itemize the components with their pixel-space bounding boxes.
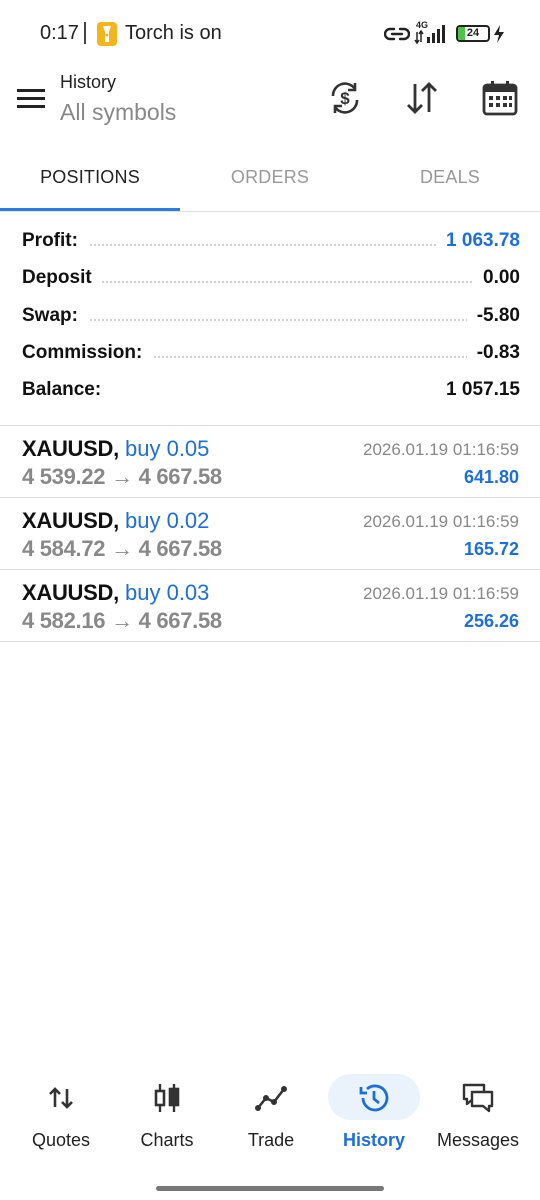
position-profit: 641.80 bbox=[463, 467, 519, 487]
close-price: 4 667.58 bbox=[138, 608, 223, 633]
dotted-leader bbox=[22, 319, 520, 321]
summary-label: Profit: bbox=[22, 230, 88, 252]
position-profit: 256.26 bbox=[463, 611, 519, 631]
charging-icon bbox=[494, 25, 504, 43]
tabs-divider bbox=[0, 211, 540, 212]
position-symbol: XAUUSD, bbox=[22, 508, 119, 533]
link-icon bbox=[384, 27, 410, 41]
app-bar: History All symbols $ bbox=[0, 66, 540, 140]
charts-icon bbox=[154, 1084, 180, 1112]
nav-history[interactable]: History bbox=[320, 1068, 428, 1158]
price-arrow: → bbox=[111, 464, 133, 489]
battery-level: 24 bbox=[466, 27, 480, 39]
tab-deals[interactable]: DEALS bbox=[360, 150, 540, 212]
symbol-filter[interactable]: All symbols bbox=[60, 99, 176, 126]
summary-value: 0.00 bbox=[473, 267, 520, 289]
nav-trade[interactable]: Trade bbox=[217, 1068, 325, 1158]
messages-icon bbox=[462, 1083, 494, 1113]
tab-positions[interactable]: POSITIONS bbox=[0, 150, 180, 212]
position-row[interactable]: XAUUSD, buy 0.05 4 539.22 → 4 667.58 202… bbox=[0, 426, 540, 498]
position-side: buy 0.02 bbox=[125, 508, 210, 533]
close-price: 4 667.58 bbox=[138, 536, 223, 561]
position-time: 2026.01.19 01:16:59 bbox=[363, 440, 519, 459]
open-price: 4 582.16 bbox=[22, 608, 106, 633]
position-time: 2026.01.19 01:16:59 bbox=[363, 584, 519, 603]
summary-value: 1 063.78 bbox=[436, 230, 520, 252]
summary-label: Balance: bbox=[22, 379, 112, 401]
calendar-icon[interactable] bbox=[480, 78, 520, 118]
home-indicator[interactable] bbox=[156, 1186, 384, 1191]
history-icon bbox=[359, 1084, 389, 1112]
menu-icon[interactable] bbox=[16, 86, 46, 110]
status-separator bbox=[84, 22, 86, 44]
currency-refresh-icon[interactable]: $ bbox=[325, 78, 365, 118]
svg-text:$: $ bbox=[340, 89, 350, 108]
sort-icon[interactable] bbox=[402, 78, 442, 118]
position-prices: 4 582.16 → 4 667.58 bbox=[22, 608, 222, 634]
summary-balance: Balance: 1 057.15 bbox=[22, 379, 520, 407]
price-arrow: → bbox=[111, 608, 133, 633]
summary-deposit: Deposit 0.00 bbox=[22, 267, 520, 295]
summary-commission: Commission: -0.83 bbox=[22, 342, 520, 370]
position-symbol: XAUUSD, bbox=[22, 436, 119, 461]
summary-profit: Profit: 1 063.78 bbox=[22, 230, 520, 258]
active-tab-indicator bbox=[0, 208, 180, 211]
position-symbol: XAUUSD, bbox=[22, 580, 119, 605]
bottom-navigation: Quotes Charts Trade History Messages bbox=[0, 1068, 540, 1168]
open-price: 4 584.72 bbox=[22, 536, 106, 561]
position-side: buy 0.03 bbox=[125, 580, 210, 605]
torch-status: Torch is on bbox=[125, 22, 222, 44]
quotes-icon bbox=[49, 1087, 73, 1109]
nav-charts[interactable]: Charts bbox=[113, 1068, 221, 1158]
position-prices: 4 539.22 → 4 667.58 bbox=[22, 464, 222, 490]
summary-label: Deposit bbox=[22, 267, 102, 289]
position-side: buy 0.05 bbox=[125, 436, 210, 461]
summary-swap: Swap: -5.80 bbox=[22, 305, 520, 333]
summary-value: -0.83 bbox=[466, 342, 520, 364]
position-row[interactable]: XAUUSD, buy 0.02 4 584.72 → 4 667.58 202… bbox=[0, 498, 540, 570]
nav-messages[interactable]: Messages bbox=[424, 1068, 532, 1158]
close-price: 4 667.58 bbox=[138, 464, 223, 489]
nav-quotes[interactable]: Quotes bbox=[7, 1068, 115, 1158]
tab-bar: POSITIONS ORDERS DEALS bbox=[0, 150, 540, 212]
status-time: 0:17 bbox=[40, 22, 79, 44]
trade-icon bbox=[255, 1086, 287, 1111]
position-prices: 4 584.72 → 4 667.58 bbox=[22, 536, 222, 562]
summary-label: Swap: bbox=[22, 305, 88, 327]
torch-icon bbox=[97, 22, 117, 46]
battery-icon: 24 bbox=[456, 25, 490, 42]
position-row[interactable]: XAUUSD, buy 0.03 4 582.16 → 4 667.58 202… bbox=[0, 570, 540, 642]
summary-label: Commission: bbox=[22, 342, 153, 364]
position-profit: 165.72 bbox=[463, 539, 519, 559]
signal-icon bbox=[414, 25, 445, 44]
summary-value: -5.80 bbox=[466, 305, 520, 327]
nav-label: Messages bbox=[436, 1130, 520, 1150]
summary-value: 1 057.15 bbox=[436, 379, 520, 401]
open-price: 4 539.22 bbox=[22, 464, 106, 489]
page-title: History bbox=[60, 72, 117, 92]
tab-orders[interactable]: ORDERS bbox=[180, 150, 360, 212]
position-time: 2026.01.19 01:16:59 bbox=[363, 512, 519, 531]
status-bar: 0:17 Torch is on 4G 24 bbox=[0, 0, 540, 66]
price-arrow: → bbox=[111, 536, 133, 561]
